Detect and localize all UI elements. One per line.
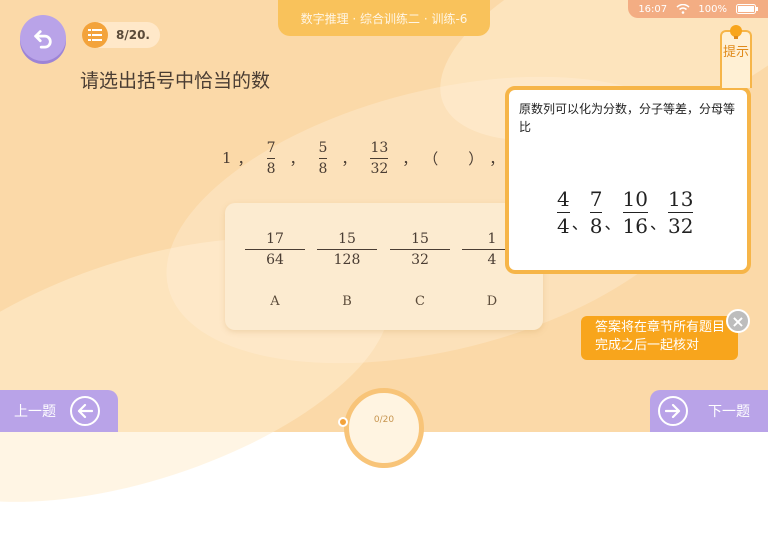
progress-text: 0/20 — [373, 415, 395, 425]
option-letter: D — [486, 294, 498, 309]
fraction-numerator: 13 — [370, 139, 389, 156]
fraction-numerator: 10 — [622, 187, 648, 211]
fraction-denominator: 8 — [589, 214, 603, 238]
fraction-bar — [589, 212, 603, 213]
option-letter: C — [415, 294, 425, 309]
wifi-icon — [676, 4, 690, 14]
arrow-left-icon — [70, 396, 100, 426]
fraction-numerator: 1 — [487, 231, 497, 247]
fraction-denominator: 32 — [667, 214, 694, 238]
fraction-denominator: 128 — [333, 252, 361, 268]
fraction-bar — [318, 157, 328, 159]
fraction-numerator: 17 — [266, 231, 284, 247]
fraction-numerator: 4 — [557, 187, 570, 211]
hint-fraction-sequence: 4 4 、 7 8 、 10 16 、 13 32 — [557, 187, 694, 238]
sequence-term: 1 — [222, 149, 232, 167]
hint-separator: 、 — [649, 214, 666, 233]
back-arrow-icon — [34, 30, 52, 49]
list-icon — [82, 22, 108, 48]
next-question-button[interactable]: 下一题 — [650, 390, 768, 432]
battery-percent: 100% — [698, 3, 728, 15]
fraction-denominator: 32 — [411, 252, 429, 268]
sequence-separator: ， — [341, 149, 357, 168]
hint-tab-label: 提示 — [722, 45, 749, 60]
hint-fraction: 4 4 — [557, 188, 570, 237]
fraction-numerator: 7 — [266, 139, 276, 156]
status-bar: 16:07 100% — [628, 0, 768, 18]
fraction-bar — [622, 212, 648, 213]
fraction-numerator: 5 — [318, 139, 328, 156]
fraction-numerator: 7 — [589, 187, 603, 211]
fraction-denominator: 32 — [370, 160, 389, 177]
exercise-title: 数字推理 · 综合训练二 · 训练-6 — [278, 0, 490, 36]
hint-separator: 、 — [571, 214, 588, 233]
fraction-bar — [370, 157, 389, 159]
option-c[interactable]: 15 32 C — [390, 231, 450, 309]
question-counter[interactable]: 8/20. — [82, 22, 160, 48]
previous-question-button[interactable]: 上一题 — [0, 390, 118, 432]
fraction-bar — [557, 212, 570, 213]
sequence-fraction: 13 32 — [370, 139, 389, 177]
number-sequence: 1 ， 7 8 ， 5 8 ， 13 32 ， （ ） ， — [222, 138, 510, 178]
fraction-numerator: 13 — [667, 187, 694, 211]
fraction-denominator: 4 — [487, 252, 497, 268]
answer-options-panel: 17 64 A 15 128 B 15 32 C 1 4 D — [225, 203, 543, 330]
next-label: 下一题 — [708, 404, 750, 420]
prev-label: 上一题 — [14, 404, 56, 420]
option-letter: A — [270, 294, 280, 309]
close-notice-button[interactable]: × — [726, 309, 750, 333]
battery-icon — [735, 4, 758, 14]
hint-text: 原数列可以化为分数，分子等差，分母等比 — [519, 102, 736, 134]
progress-dot — [338, 417, 348, 427]
fraction-numerator: 15 — [338, 231, 356, 247]
fraction-denominator: 4 — [557, 214, 570, 238]
arrow-right-icon — [658, 396, 688, 426]
progress-indicator: 0/20 — [344, 388, 424, 468]
option-letter: B — [342, 294, 352, 309]
hint-separator: 、 — [604, 214, 621, 233]
sequence-separator: ， — [237, 149, 253, 168]
fraction-bar — [667, 212, 694, 213]
hint-fraction: 10 16 — [622, 187, 648, 238]
fraction-denominator: 8 — [318, 160, 328, 177]
sequence-fraction: 7 8 — [266, 139, 276, 177]
sequence-separator: ， — [402, 149, 418, 168]
close-icon: × — [731, 311, 745, 331]
sequence-separator: ， — [289, 149, 305, 168]
hint-tab-button[interactable]: 提示 — [720, 25, 752, 88]
fraction-bar — [266, 157, 276, 159]
answer-notice: 答案将在章节所有题目完成之后一起核对 — [581, 316, 738, 360]
sequence-fraction: 5 8 — [318, 139, 328, 177]
fraction-numerator: 15 — [411, 231, 429, 247]
fraction-bar — [317, 249, 377, 250]
option-a[interactable]: 17 64 A — [245, 231, 305, 309]
lightbulb-icon — [730, 25, 742, 39]
status-time: 16:07 — [638, 3, 668, 15]
option-b[interactable]: 15 128 B — [317, 231, 377, 309]
fraction-bar — [390, 249, 450, 250]
fraction-denominator: 8 — [266, 160, 276, 177]
question-prompt: 请选出括号中恰当的数 — [80, 70, 271, 92]
hint-popup: 原数列可以化为分数，分子等差，分母等比 4 4 、 7 8 、 10 16 、 … — [505, 86, 751, 274]
fraction-bar — [245, 249, 305, 250]
fraction-denominator: 64 — [266, 252, 284, 268]
sequence-separator: ， — [489, 149, 505, 168]
counter-text: 8/20. — [116, 28, 150, 42]
back-button[interactable] — [20, 15, 66, 61]
hint-fraction: 13 32 — [667, 187, 694, 238]
fraction-denominator: 16 — [622, 214, 648, 238]
answer-blank: （ ） — [423, 149, 484, 168]
hint-fraction: 7 8 — [589, 187, 603, 238]
